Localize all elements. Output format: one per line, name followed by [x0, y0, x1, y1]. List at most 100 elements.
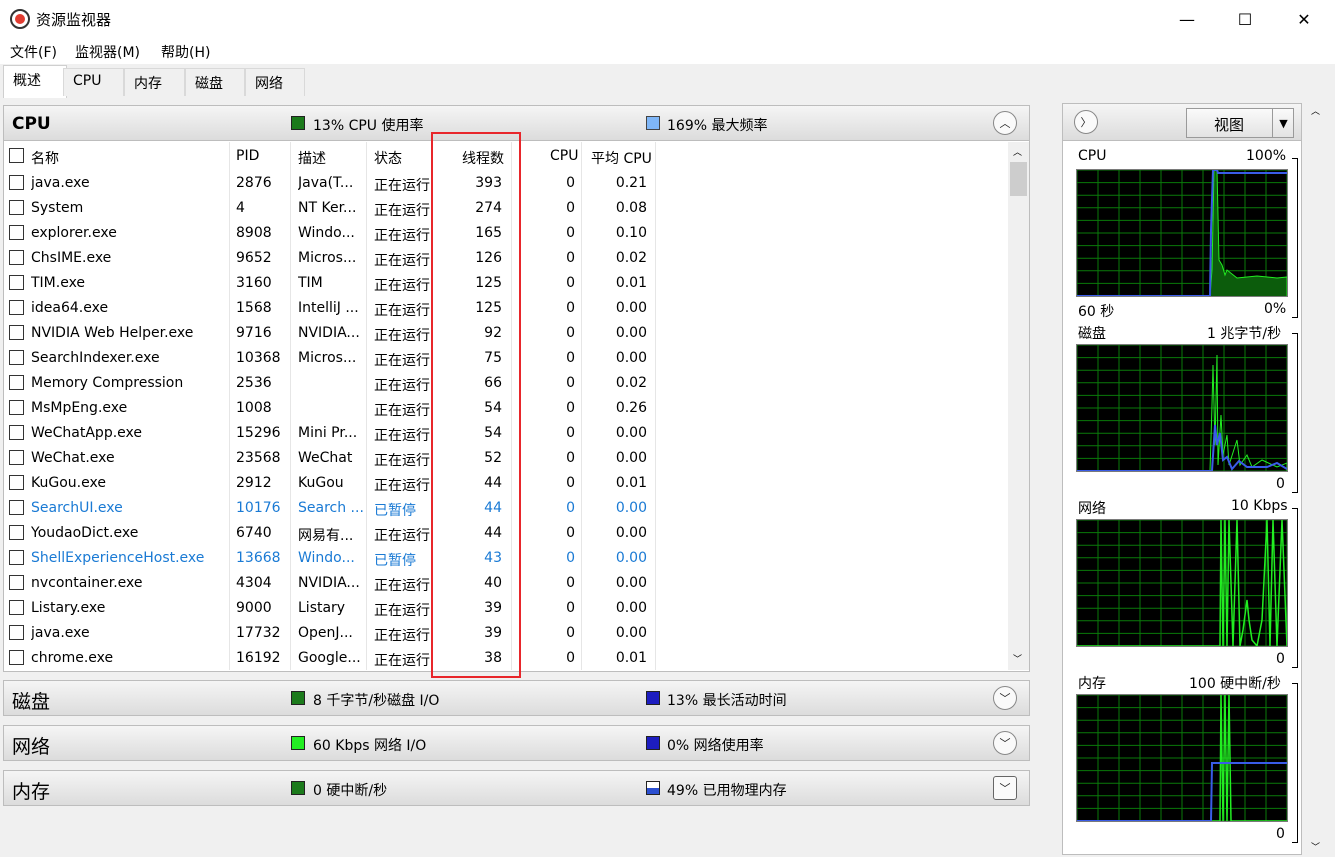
process-pid: 16192	[236, 650, 281, 666]
row-checkbox[interactable]	[9, 525, 24, 540]
process-description: TIM	[298, 275, 323, 291]
process-pid: 1008	[236, 400, 272, 416]
scrollbar-thumb[interactable]	[1010, 162, 1027, 196]
process-name: java.exe	[31, 175, 90, 191]
title-bar	[0, 0, 1335, 38]
expand-network-button[interactable]: ﹀	[993, 731, 1017, 755]
process-average-cpu: 0.00	[615, 450, 647, 466]
process-description: OpenJ...	[298, 625, 353, 641]
column-header-pid[interactable]: PID	[236, 148, 259, 164]
cpu-usage-text: 13% CPU 使用率	[313, 118, 424, 134]
row-checkbox[interactable]	[9, 650, 24, 665]
process-cpu: 0	[566, 550, 575, 566]
menu-help[interactable]: 帮助(H)	[161, 42, 210, 62]
graph-bracket	[1292, 508, 1298, 668]
cpu-usage-legend-icon	[291, 116, 305, 130]
dropdown-arrow-icon[interactable]: ▼	[1272, 108, 1294, 138]
process-pid: 8908	[236, 225, 272, 241]
scroll-up-icon[interactable]: ︿	[1013, 145, 1022, 158]
minimize-button[interactable]: —	[1158, 0, 1216, 38]
tab-memory[interactable]: 内存	[124, 68, 185, 96]
row-checkbox[interactable]	[9, 325, 24, 340]
menu-file[interactable]: 文件(F)	[10, 42, 57, 62]
select-all-checkbox[interactable]	[9, 148, 24, 163]
column-header-status[interactable]: 状态	[374, 148, 402, 168]
graphs-scrollbar[interactable]: ︿ ﹀	[1303, 104, 1331, 854]
process-description: Search ...	[298, 500, 364, 516]
process-status: 正在运行	[374, 628, 430, 644]
process-description: 网易有...	[298, 528, 354, 544]
row-checkbox[interactable]	[9, 250, 24, 265]
column-header-cpu[interactable]: CPU	[550, 148, 578, 164]
menu-monitor[interactable]: 监视器(M)	[75, 42, 140, 62]
row-checkbox[interactable]	[9, 175, 24, 190]
window-title: 资源监视器	[36, 11, 112, 29]
tab-overview[interactable]: 概述	[3, 65, 67, 98]
row-checkbox[interactable]	[9, 450, 24, 465]
process-description: KuGou	[298, 475, 344, 491]
panel-splitter[interactable]	[1040, 98, 1055, 857]
process-name: ShellExperienceHost.exe	[31, 550, 205, 566]
process-name: System	[31, 200, 84, 216]
process-average-cpu: 0.01	[615, 275, 647, 291]
expand-memory-button[interactable]: ﹀	[993, 776, 1017, 800]
process-description: Micros...	[298, 250, 357, 266]
row-checkbox[interactable]	[9, 625, 24, 640]
process-cpu: 0	[566, 375, 575, 391]
row-checkbox[interactable]	[9, 575, 24, 590]
row-checkbox[interactable]	[9, 400, 24, 415]
process-pid: 1568	[236, 300, 272, 316]
process-pid: 15296	[236, 425, 281, 441]
row-checkbox[interactable]	[9, 425, 24, 440]
process-pid: 4304	[236, 575, 272, 591]
process-cpu: 0	[566, 500, 575, 516]
maximize-button[interactable]: ☐	[1216, 0, 1274, 38]
process-average-cpu: 0.02	[615, 250, 647, 266]
disk-section-header[interactable]: 磁盘 8 千字节/秒磁盘 I/O 13% 最长活动时间 ﹀	[3, 680, 1030, 716]
disk-graph-max: 1 兆字节/秒	[1207, 326, 1282, 342]
tab-network[interactable]: 网络	[245, 68, 305, 96]
row-checkbox[interactable]	[9, 500, 24, 515]
tab-cpu[interactable]: CPU	[63, 68, 124, 96]
row-checkbox[interactable]	[9, 225, 24, 240]
row-checkbox[interactable]	[9, 200, 24, 215]
memory-faults-text: 0 硬中断/秒	[313, 783, 388, 799]
network-graph-max: 10 Kbps	[1231, 498, 1288, 514]
process-status: 正在运行	[374, 178, 430, 194]
resource-monitor-icon	[10, 9, 30, 29]
scroll-down-icon[interactable]: ﹀	[1013, 652, 1022, 665]
row-checkbox[interactable]	[9, 275, 24, 290]
column-header-name[interactable]: 名称	[31, 148, 59, 168]
network-graph-svg	[1077, 520, 1287, 646]
network-section-header[interactable]: 网络 60 Kbps 网络 I/O 0% 网络使用率 ﹀	[3, 725, 1030, 761]
memory-used-legend-icon	[646, 781, 660, 795]
column-header-average-cpu[interactable]: 平均 CPU	[591, 148, 652, 168]
process-status: 正在运行	[374, 353, 430, 369]
process-description: Java(T...	[298, 175, 354, 191]
collapse-cpu-button[interactable]: ︿	[993, 111, 1017, 135]
memory-section-header[interactable]: 内存 0 硬中断/秒 49% 已用物理内存 ﹀	[3, 770, 1030, 806]
row-checkbox[interactable]	[9, 600, 24, 615]
process-name: WeChat.exe	[31, 450, 115, 466]
row-checkbox[interactable]	[9, 300, 24, 315]
row-checkbox[interactable]	[9, 550, 24, 565]
close-button[interactable]: ✕	[1275, 0, 1333, 38]
row-checkbox[interactable]	[9, 375, 24, 390]
chevron-down-icon: ﹀	[999, 737, 1011, 750]
expand-disk-button[interactable]: ﹀	[993, 686, 1017, 710]
scroll-up-icon[interactable]: ︿	[1311, 104, 1320, 117]
row-checkbox[interactable]	[9, 475, 24, 490]
process-cpu: 0	[566, 325, 575, 341]
process-average-cpu: 0.00	[615, 600, 647, 616]
cpu-graph	[1076, 169, 1288, 297]
toggle-graphs-button[interactable]: 〉	[1074, 110, 1098, 134]
process-table-scrollbar[interactable]: ︿ ﹀	[1008, 142, 1029, 670]
process-average-cpu: 0.08	[615, 200, 647, 216]
process-name: SearchIndexer.exe	[31, 350, 160, 366]
column-header-description[interactable]: 描述	[298, 148, 326, 168]
tab-disk[interactable]: 磁盘	[185, 68, 245, 96]
chevron-right-icon: 〉	[1080, 116, 1092, 129]
scroll-down-icon[interactable]: ﹀	[1311, 840, 1320, 853]
row-checkbox[interactable]	[9, 350, 24, 365]
process-status: 正在运行	[374, 453, 430, 469]
